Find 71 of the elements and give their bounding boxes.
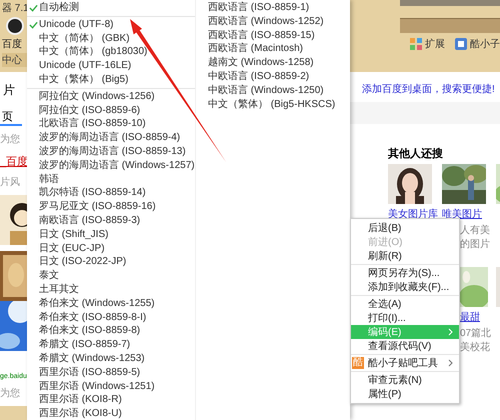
recommend-label: 为您	[0, 386, 21, 400]
menu-item[interactable]: 阿拉伯文 (Windows-1256)	[27, 90, 195, 104]
status-bar	[0, 406, 27, 420]
menu-item[interactable]: 波罗的海周边语言 (Windows-1257)	[27, 158, 195, 173]
image-link[interactable]: 唯美图片	[442, 207, 482, 221]
menu-item[interactable]: 中欧语言 (ISO-8859-2)	[196, 70, 350, 84]
menu-item[interactable]: 希腊文 (ISO-8859-7)	[27, 338, 195, 352]
window-title: 器 7.1	[2, 2, 27, 15]
search-field[interactable]: 片	[0, 82, 27, 99]
menu-item[interactable]: 波罗的海周边语言 (ISO-8859-13)	[27, 144, 195, 159]
menu-item[interactable]: 北欧语言 (ISO-8859-10)	[27, 117, 195, 132]
menu-item[interactable]: 全选(A)	[351, 297, 459, 311]
grid-icon[interactable]	[410, 38, 422, 50]
menu-item[interactable]: 自动检测	[27, 1, 195, 15]
menu-item[interactable]: 西里尔语 (KOI8-R)	[27, 393, 195, 408]
style-label: 片风	[0, 176, 21, 189]
bookmark-link[interactable]: 百度	[2, 37, 27, 51]
menu-item[interactable]: 中文（繁体） (Big5)	[27, 72, 195, 87]
menu-item[interactable]: 西里尔语 (KOI8-U)	[27, 407, 195, 420]
menu-item[interactable]: 网页另存为(S)...	[351, 266, 459, 280]
menu-item[interactable]: 后退(B)	[351, 221, 459, 235]
menu-item[interactable]: 查看源代码(V)	[351, 339, 459, 353]
menu-item[interactable]: 希伯来文 (ISO-8859-8-I)	[27, 310, 195, 324]
app-icon[interactable]	[455, 38, 467, 50]
menu-item[interactable]: 西里尔语 (ISO-8859-5)	[27, 366, 195, 380]
menu-item[interactable]: 西里尔语 (Windows-1251)	[27, 380, 195, 394]
image-link[interactable]: 美女图片库	[388, 207, 438, 221]
menu-item[interactable]: 波罗的海周边语言 (ISO-8859-4)	[27, 131, 195, 145]
menu-item[interactable]: 打印(I)...	[351, 311, 459, 325]
menu-item[interactable]: 日文 (ISO-2022-JP)	[27, 255, 195, 270]
nav-tab[interactable]: 页	[0, 109, 22, 126]
section-title: 其他人还搜	[388, 146, 444, 161]
menu-item[interactable]: Unicode (UTF-16LE)	[27, 59, 195, 73]
image-link[interactable]: 最甜	[460, 310, 480, 324]
avatar-icon	[6, 17, 24, 35]
menu-item[interactable]: 日文 (Shift_JIS)	[27, 228, 195, 242]
menu-item[interactable]: 凯尔特语 (ISO-8859-14)	[27, 186, 195, 200]
menu-item[interactable]: 中文（简体） (GBK)	[27, 32, 195, 46]
result-link[interactable]: _百度	[0, 154, 27, 169]
menu-item[interactable]: 日文 (EUC-JP)	[27, 242, 195, 256]
menu-item[interactable]: 希伯来文 (Windows-1255)	[27, 296, 195, 311]
menu-item[interactable]: 西欧语言 (Macintosh)	[196, 42, 350, 56]
menu-item[interactable]: 中文（繁体） (Big5-HKSCS)	[196, 98, 350, 112]
menu-item[interactable]: 添加到收藏夹(F)...	[351, 280, 459, 294]
menu-item[interactable]: 越南文 (Windows-1258)	[196, 56, 350, 70]
menu-item[interactable]: 希伯来文 (ISO-8859-8)	[27, 324, 195, 338]
menu-item[interactable]: 泰文	[27, 269, 195, 283]
menu-item[interactable]: Unicode (UTF-8)	[27, 18, 195, 32]
menu-item[interactable]: 西欧语言 (ISO-8859-1)	[196, 1, 350, 15]
toolbar-button[interactable]: 酷小子	[470, 37, 500, 51]
menu-item[interactable]: 中文（简体） (gb18030)	[27, 45, 195, 60]
menu-item[interactable]: 属性(P)	[351, 387, 459, 401]
menu-item[interactable]: 罗马尼亚文 (ISO-8859-16)	[27, 200, 195, 214]
menu-item[interactable]: 土耳其文	[27, 282, 195, 297]
app-badge: 酷	[352, 357, 364, 369]
menu-item[interactable]: 西欧语言 (ISO-8859-15)	[196, 28, 350, 42]
menu-item[interactable]: 西欧语言 (Windows-1252)	[196, 14, 350, 29]
browser-tab[interactable]: 中心	[2, 53, 27, 67]
menu-item[interactable]: 希腊文 (Windows-1253)	[27, 352, 195, 366]
menu-item[interactable]: 阿拉伯文 (ISO-8859-6)	[27, 104, 195, 118]
promo-link[interactable]: 添加百度到桌面，搜索更便捷!	[362, 82, 500, 96]
menu-item[interactable]: 南欧语言 (ISO-8859-3)	[27, 214, 195, 228]
menu-item[interactable]: 酷 酷小子贴吧工具	[351, 356, 459, 370]
menu-item[interactable]: 韩语	[27, 172, 195, 186]
toolbar-button[interactable]: 扩展	[425, 37, 445, 51]
image-caption: 07篇北美校花	[460, 326, 492, 354]
menu-item[interactable]: 刷新(R)	[351, 249, 459, 263]
image-caption: 人有美的图片	[460, 224, 491, 251]
menu-item[interactable]: 审查元素(N)	[351, 373, 459, 387]
menu-item[interactable]: 中欧语言 (Windows-1250)	[196, 84, 350, 98]
result-note: 为您	[0, 132, 21, 146]
